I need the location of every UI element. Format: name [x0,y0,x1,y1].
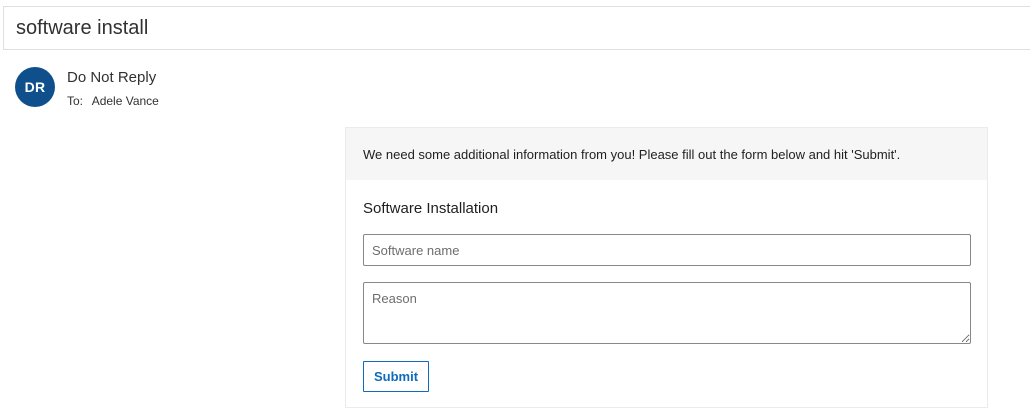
subject-header: software install [3,6,1030,50]
email-reading-pane: software install DR Do Not Reply To: Ade… [0,0,1030,417]
sender-avatar[interactable]: DR [15,67,55,107]
card-notice: We need some additional information from… [346,128,987,180]
software-name-input[interactable] [363,234,971,266]
reason-textarea[interactable] [363,282,971,344]
to-label: To: [67,94,84,108]
recipient-line: To: Adele Vance [67,94,159,108]
card-form: Software Installation Submit [346,180,987,392]
form-title: Software Installation [363,200,499,217]
notice-text: We need some additional information from… [363,146,901,162]
recipient-name[interactable]: Adele Vance [92,94,159,108]
submit-button[interactable]: Submit [363,361,430,392]
sender-name[interactable]: Do Not Reply [67,69,156,86]
email-subject: software install [16,17,149,39]
adaptive-card: We need some additional information from… [345,127,988,408]
